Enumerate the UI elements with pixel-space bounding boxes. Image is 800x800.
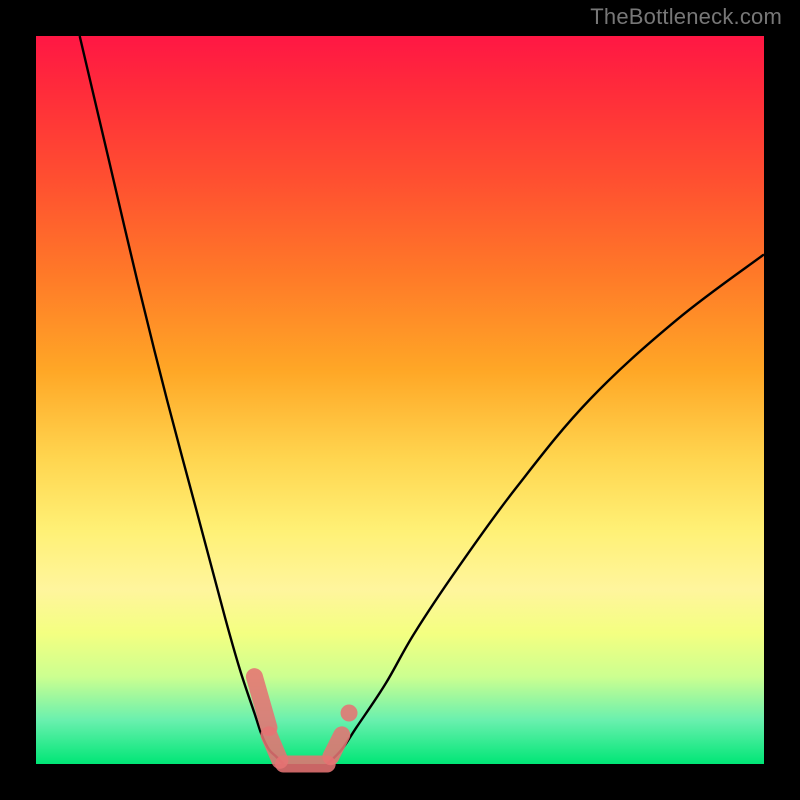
marker-layer [254,677,357,764]
left-curve [80,36,284,764]
right-marker-lower [331,735,342,757]
curve-layer [36,36,764,764]
right-curve [327,254,764,764]
right-marker-upper [341,705,358,722]
watermark-text: TheBottleneck.com [590,4,782,30]
plot-area [36,36,764,764]
chart-frame: TheBottleneck.com [0,0,800,800]
left-marker-lower [269,735,280,760]
